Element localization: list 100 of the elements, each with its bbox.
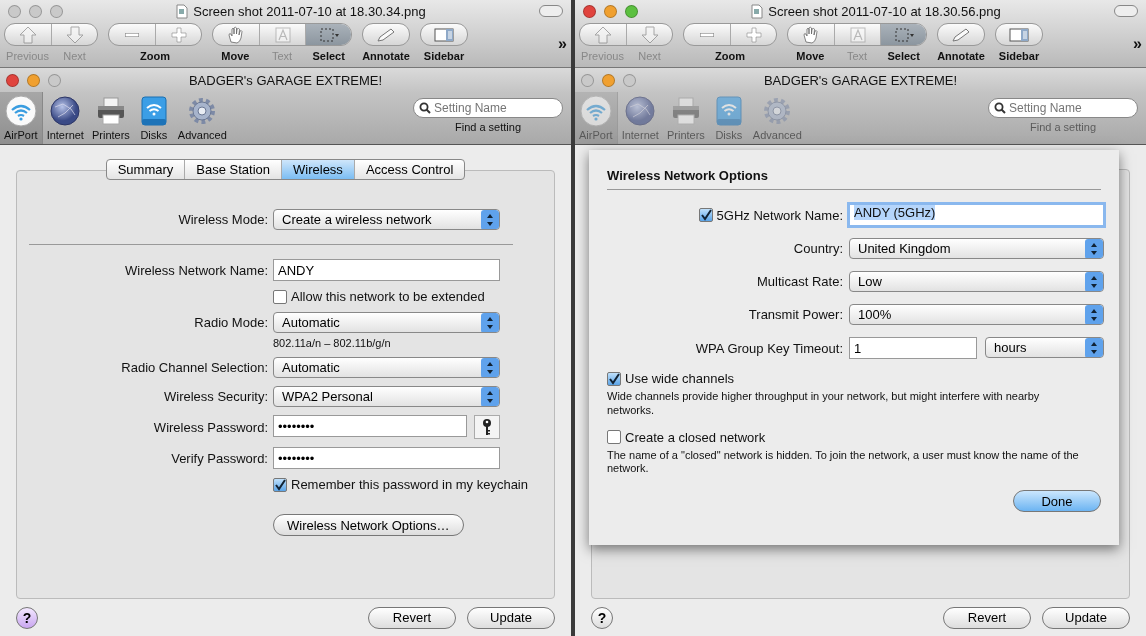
up-arrow-icon <box>17 25 39 44</box>
toolbar-label: Select <box>886 50 921 62</box>
field-label: Radio Channel Selection: <box>120 360 268 375</box>
window-control[interactable] <box>625 4 638 18</box>
checkmark-icon <box>608 372 620 385</box>
window-control[interactable] <box>29 4 42 18</box>
toolbar-label: Move <box>220 50 251 62</box>
checkbox-label: Use wide channels <box>625 371 735 386</box>
password-field[interactable]: •••••••• <box>273 415 467 437</box>
window-title: BADGER's GARAGE EXTREME! <box>187 72 384 88</box>
tab[interactable]: Wireless <box>281 160 354 179</box>
field-label: Multicast Rate: <box>756 274 843 289</box>
preferences-tab[interactable]: Disks <box>133 92 174 144</box>
document-icon <box>176 3 189 19</box>
minus-icon <box>700 32 714 37</box>
field-label: WPA Group Key Timeout: <box>694 340 843 356</box>
stepper-arrows-icon <box>1085 305 1103 324</box>
toolbar-label: Text <box>845 50 869 62</box>
field-label: Wireless Security: <box>162 389 268 404</box>
minus-icon <box>125 32 139 37</box>
document-icon <box>751 3 764 19</box>
window-title: Screen shot 2011-07-10 at 18.30.56.png <box>768 3 1001 19</box>
preferences-tab[interactable]: Printers <box>87 92 134 144</box>
toolbar-label: Zoom <box>714 50 746 62</box>
toolbar-label: Sidebar <box>997 50 1041 62</box>
toolbar-label: Zoom <box>139 50 171 62</box>
stepper-arrows-icon <box>1085 272 1103 291</box>
hint-text: 802.11a/n – 802.11b/g/n <box>273 337 392 349</box>
popup-button[interactable]: Automatic <box>273 312 500 333</box>
stepper-arrows-icon <box>481 387 499 406</box>
checkbox[interactable] <box>273 477 287 492</box>
checkmark-icon <box>699 209 712 221</box>
preferences-tab[interactable]: Advanced <box>173 92 231 144</box>
sidebar-icon <box>1008 25 1030 44</box>
field-label: Transmit Power: <box>747 307 843 322</box>
field-label: Wireless Network Name: <box>123 262 268 278</box>
checkmark-icon <box>274 478 286 491</box>
window-title: Screen shot 2011-07-10 at 18.30.34.png <box>193 3 426 19</box>
popup-button[interactable]: WPA2 Personal <box>273 386 500 407</box>
sidebar-icon <box>433 25 455 44</box>
stepper-arrows-icon <box>481 358 499 377</box>
key-icon <box>482 418 492 436</box>
window-control[interactable] <box>604 4 617 18</box>
window-control[interactable] <box>583 4 596 18</box>
stepper-arrows-icon <box>1085 239 1103 258</box>
footer-button[interactable]: Update <box>467 606 555 629</box>
preferences-tab[interactable]: AirPort <box>0 92 43 144</box>
checkbox-label: Create a closed network <box>625 429 766 445</box>
toolbar-label: Select <box>311 50 346 62</box>
toolbar-toggle-icon[interactable] <box>1114 5 1138 17</box>
toolbar-label: Previous <box>5 50 50 62</box>
globe-icon <box>624 95 657 127</box>
overflow-chevron[interactable]: » <box>558 35 567 53</box>
sheet-title: Wireless Network Options <box>607 168 1101 190</box>
toolbar-toggle-icon[interactable] <box>539 5 563 17</box>
hint-text: Wide channels provide higher throughput in your network, but might interfere with nearby networks. <box>607 390 1041 418</box>
selection-icon <box>892 25 915 44</box>
checkbox-label: Remember this password in my keychain <box>291 477 528 492</box>
footer-button[interactable]: Revert <box>368 606 456 629</box>
globe-icon <box>49 95 82 127</box>
toolbar-label: Annotate <box>362 50 410 62</box>
key-button[interactable] <box>474 415 500 439</box>
tab[interactable]: Access Control <box>353 160 465 179</box>
field-label: Wireless Password: <box>152 419 268 435</box>
checkbox[interactable] <box>273 289 287 304</box>
field-label: Country: <box>792 241 843 256</box>
window-control[interactable] <box>8 4 21 18</box>
search-caption: Find a setting <box>454 121 521 133</box>
field-label: Verify Password: <box>170 450 268 466</box>
hint-text: The name of a "closed" network is hidden. To join the network, a user must know the name of the network. <box>607 448 1080 476</box>
wifi-icon <box>4 95 37 127</box>
toolbar-label: Move <box>795 50 826 62</box>
overflow-chevron[interactable]: » <box>1133 35 1142 53</box>
toolbar-button[interactable] <box>305 24 351 45</box>
popup-button[interactable]: Create a wireless network <box>273 209 500 230</box>
search-icon <box>994 102 1006 114</box>
window-control[interactable] <box>50 4 63 18</box>
toolbar-label: Sidebar <box>422 50 466 62</box>
stepper-arrows-icon <box>481 210 499 229</box>
preferences-tab[interactable]: Internet <box>42 92 88 144</box>
window-control[interactable] <box>6 73 19 87</box>
window-control[interactable] <box>27 73 40 87</box>
help-button[interactable]: ? <box>16 606 38 629</box>
search-icon <box>419 102 431 114</box>
wifi-icon <box>579 95 612 127</box>
toolbar-button[interactable] <box>880 24 926 45</box>
toolbar-label: Previous <box>580 50 625 62</box>
field-label: Radio Mode: <box>193 315 268 330</box>
text-field[interactable]: ANDY <box>273 259 500 281</box>
popup-button[interactable]: Automatic <box>273 357 500 378</box>
toolbar-label: Annotate <box>937 50 985 62</box>
field-label: 5GHz Network Name: <box>716 207 843 223</box>
search-caption: Find a setting <box>1029 121 1096 133</box>
toolbar-label: Text <box>270 50 294 62</box>
search-field[interactable]: Setting Name <box>413 98 563 118</box>
tab[interactable]: Summary <box>106 160 185 179</box>
password-field[interactable]: •••••••• <box>273 447 500 469</box>
options-button[interactable]: Wireless Network Options… <box>273 514 464 536</box>
stepper-arrows-icon <box>481 313 499 332</box>
window-title: BADGER's GARAGE EXTREME! <box>762 72 959 88</box>
